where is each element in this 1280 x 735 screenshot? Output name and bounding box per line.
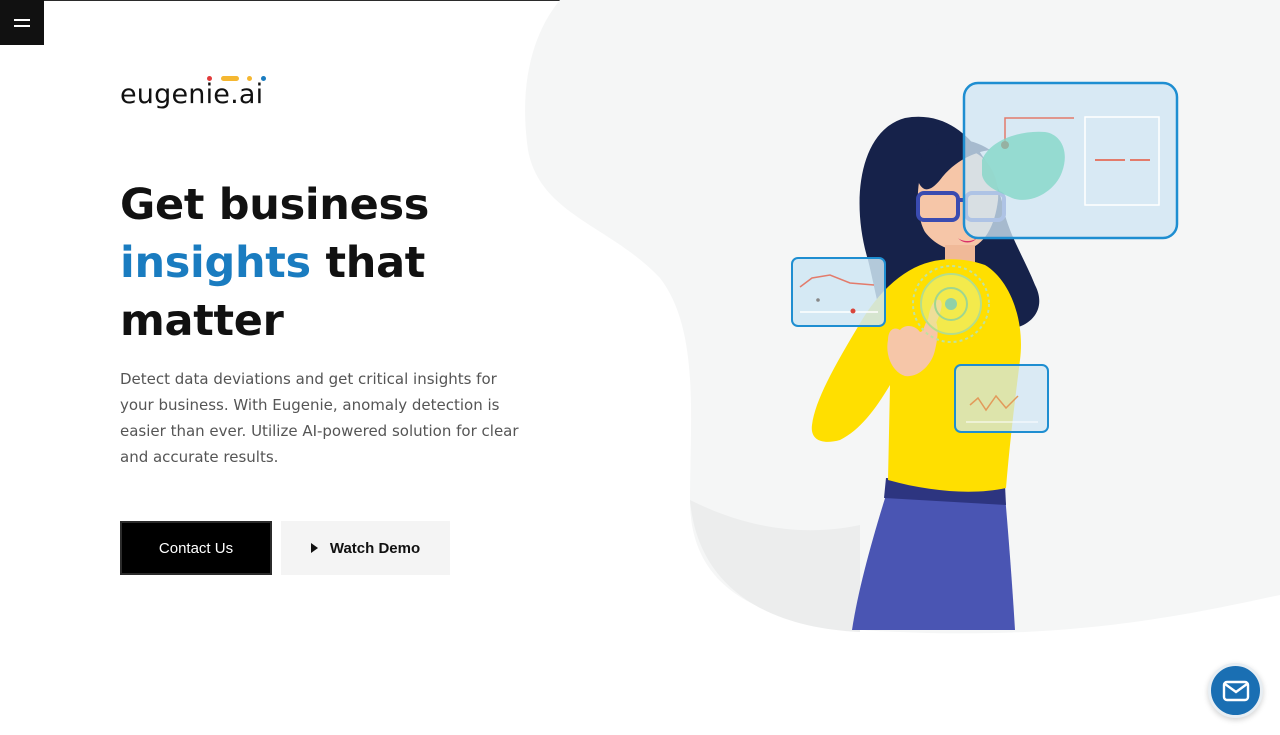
watch-demo-button[interactable]: Watch Demo xyxy=(281,521,450,575)
holo-panel-left-red-dot xyxy=(850,308,856,314)
holo-panel-large xyxy=(962,81,1179,240)
background-blob-shadow xyxy=(690,500,860,632)
holo-panel-left-dot xyxy=(816,298,820,302)
woman-pants xyxy=(852,495,1015,630)
play-icon xyxy=(310,543,318,553)
woman-hair-bangs xyxy=(915,139,990,190)
woman-sweater xyxy=(811,259,1021,492)
hero-title-line1: Get business xyxy=(120,180,430,230)
holo-panel-left-line xyxy=(799,274,875,288)
hero-title-after-accent: that xyxy=(310,238,426,288)
top-border-line xyxy=(0,0,1280,1)
holo-target-center xyxy=(945,298,957,310)
woman-finger xyxy=(928,299,942,325)
glasses-right-lens xyxy=(964,191,1006,222)
holo-target-ring xyxy=(920,273,982,335)
background-blob xyxy=(525,0,1280,634)
contact-us-label: Contact Us xyxy=(158,539,234,557)
hero-title: Get business insights that matter xyxy=(120,176,540,350)
hamburger-menu-icon-bar-bottom xyxy=(14,24,30,27)
hero-description: Detect data deviations and get critical … xyxy=(120,370,519,466)
holo-panel-bottom-wave xyxy=(969,394,1019,412)
glasses-left-lens xyxy=(916,191,960,222)
watch-demo-label: Watch Demo xyxy=(329,539,421,557)
chat-button[interactable] xyxy=(1208,663,1263,718)
logo-dot-red xyxy=(207,76,212,81)
brand-name: eugenie.ai xyxy=(120,79,264,110)
logo-dot-yellow-dash xyxy=(221,76,239,81)
holo-target-outer xyxy=(912,265,990,343)
menu-button[interactable] xyxy=(0,0,44,45)
woman-face xyxy=(917,147,999,251)
holo-panel-large-dot xyxy=(1001,141,1009,149)
hero-title-accent: insights xyxy=(120,238,311,288)
contact-us-button[interactable]: Contact Us xyxy=(120,521,272,575)
hero-title-line3: matter xyxy=(120,296,284,346)
logo-dot-yellow xyxy=(247,76,252,81)
logo-dot-blue xyxy=(261,76,266,81)
mail-icon xyxy=(1222,680,1249,701)
holo-panel-large-line xyxy=(1004,117,1074,145)
holo-panel-large-shape xyxy=(982,131,1065,200)
woman-lips xyxy=(958,238,977,243)
holo-panel-large-inner-box xyxy=(1084,116,1160,206)
holo-panel-bottom xyxy=(954,364,1049,433)
holo-panel-left xyxy=(791,257,886,327)
hamburger-menu-icon-bar-top xyxy=(14,18,30,21)
holo-target-inner xyxy=(934,287,968,321)
woman-belt xyxy=(884,478,1006,505)
woman-hand xyxy=(887,317,938,377)
woman-neck xyxy=(945,245,975,275)
woman-hair xyxy=(859,116,1040,350)
